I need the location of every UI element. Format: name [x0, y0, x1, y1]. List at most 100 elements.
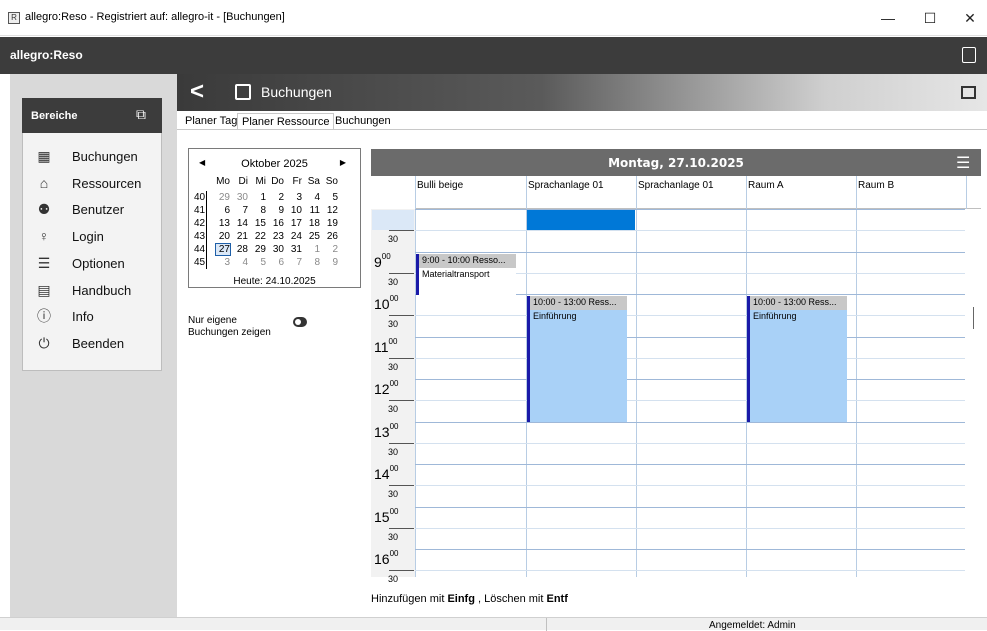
sidebar-item-label: Login — [72, 229, 104, 244]
calendar-day[interactable]: 4 — [306, 192, 320, 203]
resource-column-header[interactable]: Sprachanlage 01 — [528, 180, 604, 191]
vertical-scrollbar[interactable] — [966, 209, 981, 577]
calendar-day[interactable]: 31 — [288, 244, 302, 255]
own-bookings-toggle[interactable] — [293, 317, 307, 327]
resource-column-header[interactable]: Raum A — [748, 180, 784, 191]
sidebar-item-beenden[interactable]: ⏻ Beenden — [36, 333, 166, 355]
calendar-day[interactable]: 29 — [252, 244, 266, 255]
calendar-day[interactable]: 3 — [216, 257, 230, 268]
time-tick — [389, 443, 414, 444]
own-bookings-label: Nur eigene Buchungen zeigen — [188, 315, 271, 339]
windows-icon[interactable]: ⧉ — [136, 106, 154, 124]
sidebar-item-handbuch[interactable]: ▤ Handbuch — [36, 280, 166, 302]
half-hour-label: 30 — [388, 447, 399, 457]
hour-value: 12 — [374, 381, 390, 397]
calendar-day[interactable]: 29 — [216, 192, 230, 203]
calendar-day[interactable]: 11 — [306, 205, 320, 216]
calendar-day[interactable]: 9 — [270, 205, 284, 216]
minimize-button[interactable]: — — [868, 6, 908, 30]
calendar-day[interactable]: 1 — [306, 244, 320, 255]
weekday-label: Sa — [307, 176, 320, 187]
calendar-day[interactable]: 25 — [306, 231, 320, 242]
planner-date: Montag, 27.10.2025 — [608, 156, 744, 170]
sidebar-item-label: Buchungen — [72, 149, 138, 164]
calendar-day[interactable]: 12 — [324, 205, 338, 216]
calendar-day[interactable]: 16 — [270, 218, 284, 229]
today-label[interactable]: Heute: 24.10.2025 — [189, 276, 360, 287]
maximize-button[interactable]: ☐ — [910, 6, 950, 30]
app-name: allegro:Reso — [10, 48, 83, 62]
calendar-day[interactable]: 1 — [252, 192, 266, 203]
calendar-day[interactable]: 7 — [234, 205, 248, 216]
resource-column-header[interactable]: Sprachanlage 01 — [638, 180, 714, 191]
calendar-day[interactable]: 22 — [252, 231, 266, 242]
calendar-day[interactable]: 5 — [324, 192, 338, 203]
resource-column-header[interactable]: Bulli beige — [417, 180, 463, 191]
window-title: allegro:Reso - Registriert auf: allegro-… — [25, 11, 285, 23]
calendar-day[interactable]: 6 — [216, 205, 230, 216]
calendar-day[interactable]: 2 — [324, 244, 338, 255]
booking-event[interactable]: 9:00 - 10:00 Resso... Materialtransport — [416, 254, 516, 295]
scroll-thumb[interactable] — [973, 307, 974, 329]
resource-column-header[interactable]: Raum B — [858, 180, 894, 191]
calendar-day[interactable]: 13 — [216, 218, 230, 229]
tab-planer-tag[interactable]: Planer Tag — [181, 113, 241, 130]
calendar-day[interactable]: 4 — [234, 257, 248, 268]
minute-value: 00 — [388, 337, 398, 346]
half-hour-label: 30 — [388, 404, 399, 414]
calendar-day[interactable]: 28 — [234, 244, 248, 255]
sidebar-item-login[interactable]: ♀ Login — [36, 226, 166, 248]
calendar-day[interactable]: 5 — [252, 257, 266, 268]
maximize-panel-icon[interactable] — [961, 86, 976, 99]
calendar-day[interactable]: 30 — [234, 192, 248, 203]
sidebar-item-buchungen[interactable]: ▦ Buchungen — [36, 146, 166, 168]
column-divider — [856, 176, 857, 577]
calendar-icon — [235, 84, 251, 100]
calendar-day[interactable]: 18 — [306, 218, 320, 229]
calendar-day[interactable]: 21 — [234, 231, 248, 242]
sidebar-item-info[interactable]: ⓘ Info — [36, 306, 166, 328]
next-month-icon[interactable]: ▶ — [340, 158, 346, 167]
calendar-day[interactable]: 26 — [324, 231, 338, 242]
calendar-day[interactable]: 7 — [288, 257, 302, 268]
sidebar-item-benutzer[interactable]: ⚉ Benutzer — [36, 199, 166, 221]
calendar-day[interactable]: 19 — [324, 218, 338, 229]
calendar-day[interactable]: 9 — [324, 257, 338, 268]
booking-event[interactable]: 10:00 - 13:00 Ress... Einführung — [747, 296, 847, 422]
half-hour-label: 30 — [388, 234, 399, 244]
sidebar-item-ressourcen[interactable]: ⌂ Ressourcen — [36, 173, 166, 195]
manual-icon[interactable] — [962, 47, 976, 63]
calendar-day[interactable]: 20 — [216, 231, 230, 242]
calendar-day[interactable]: 8 — [306, 257, 320, 268]
event-time: 10:00 - 13:00 Ress... — [750, 296, 847, 310]
app-header: allegro:Reso — [0, 37, 987, 74]
shortcut-hint: Hinzufügen mit Einfg , Löschen mit Entf — [371, 593, 568, 605]
close-button[interactable]: ✕ — [950, 6, 987, 30]
hour-value: 10 — [374, 296, 390, 312]
calendar-week-row: 40 29 30 1 2 3 4 5 — [194, 192, 359, 203]
half-hour-line — [415, 358, 965, 359]
tab-planer-ressource[interactable]: Planer Ressource — [237, 113, 335, 130]
calendar-day[interactable]: 2 — [270, 192, 284, 203]
calendar-day[interactable]: 24 — [288, 231, 302, 242]
calendar-day[interactable]: 15 — [252, 218, 266, 229]
calendar-day[interactable]: 27 — [215, 243, 231, 256]
booking-event[interactable]: 10:00 - 13:00 Ress... Einführung — [527, 296, 627, 422]
sidebar-item-optionen[interactable]: ☰ Optionen — [36, 253, 166, 275]
back-arrow-icon[interactable]: < — [190, 78, 204, 106]
hamburger-menu-icon[interactable]: ☰ — [956, 153, 970, 173]
calendar-day[interactable]: 10 — [288, 205, 302, 216]
calendar-day[interactable]: 8 — [252, 205, 266, 216]
event-time: 9:00 - 10:00 Resso... — [419, 254, 516, 268]
tab-buchungen[interactable]: Buchungen — [331, 113, 395, 130]
calendar-day[interactable]: 6 — [270, 257, 284, 268]
planner-header: Montag, 27.10.2025 ☰ — [371, 149, 981, 176]
hour-line — [415, 337, 965, 338]
selected-time-cell[interactable] — [527, 210, 635, 230]
calendar-day[interactable]: 17 — [288, 218, 302, 229]
calendar-day[interactable]: 23 — [270, 231, 284, 242]
calendar-day[interactable]: 3 — [288, 192, 302, 203]
calendar-week-row: 42 13 14 15 16 17 18 19 — [194, 218, 359, 229]
calendar-day[interactable]: 14 — [234, 218, 248, 229]
calendar-day[interactable]: 30 — [270, 244, 284, 255]
